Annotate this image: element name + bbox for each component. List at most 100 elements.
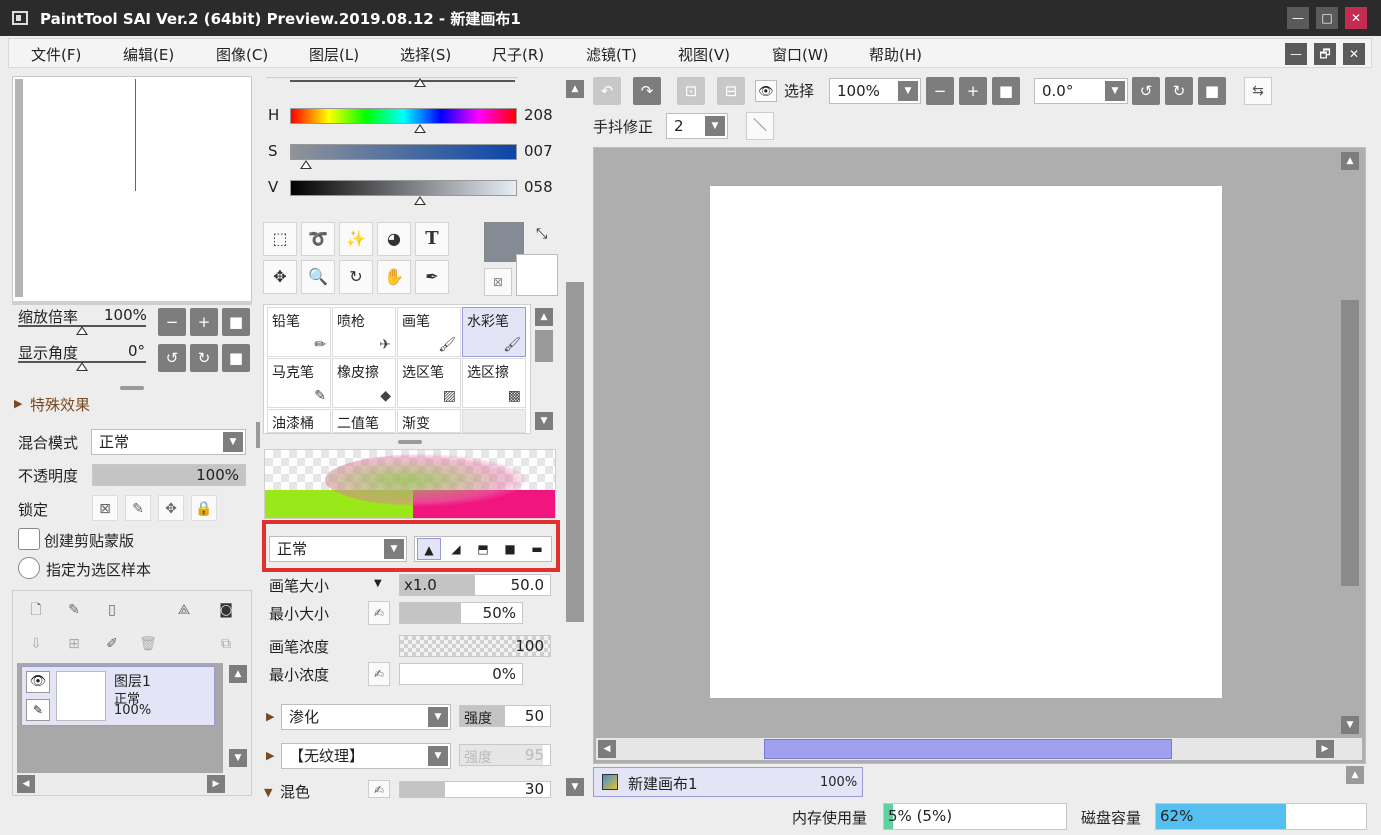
transparent-color-icon[interactable]: ⊠ bbox=[484, 268, 512, 296]
zoom-in-button[interactable]: + bbox=[190, 308, 218, 336]
lasso-icon[interactable]: ➰ bbox=[301, 222, 335, 256]
redo-button[interactable]: ↷ bbox=[633, 77, 661, 105]
min-density-bar[interactable]: 0% bbox=[399, 663, 523, 685]
brush-shape-square-icon[interactable]: ▬ bbox=[525, 538, 549, 560]
canvas-tab[interactable]: 新建画布1 100% bbox=[593, 767, 863, 797]
canvas-scroll-right[interactable]: ▶ bbox=[1316, 740, 1334, 758]
angle-select[interactable]: 0.0° ▼ bbox=[1034, 78, 1128, 104]
zoom-select[interactable]: 100% ▼ bbox=[829, 78, 921, 104]
undo-button[interactable]: ↶ bbox=[593, 77, 621, 105]
tabs-scroll-up[interactable]: ▲ bbox=[1346, 766, 1364, 784]
eye-icon[interactable]: 👁 bbox=[755, 80, 777, 102]
rotate-reset-button[interactable]: ■ bbox=[222, 344, 250, 372]
hand-tool-icon[interactable]: ✋ bbox=[377, 260, 411, 294]
deselect-button[interactable]: ⊡ bbox=[677, 77, 705, 105]
brush-binary-pen[interactable]: 二值笔 bbox=[332, 409, 396, 433]
delete-layer-icon[interactable]: 🗑 bbox=[135, 631, 161, 657]
brush-select-eraser[interactable]: 选区擦 ▩ bbox=[462, 358, 526, 408]
mdi-restore-button[interactable]: 🗗 bbox=[1314, 43, 1336, 65]
hue-slider-handle[interactable] bbox=[414, 124, 426, 133]
text-tool-icon[interactable]: T bbox=[415, 222, 449, 256]
mdi-minimize-button[interactable]: — bbox=[1285, 43, 1307, 65]
clipping-mask-checkbox[interactable] bbox=[18, 528, 40, 550]
brush-bucket[interactable]: 油漆桶 bbox=[267, 409, 331, 433]
canvas-hscroll-thumb[interactable] bbox=[764, 739, 1172, 759]
lock-paint-icon[interactable]: ✎ bbox=[125, 495, 151, 521]
toolbar-zoom-out-button[interactable]: − bbox=[926, 77, 954, 105]
transfer-down-icon[interactable]: ⇩ bbox=[23, 631, 49, 657]
toolbar-zoom-in-button[interactable]: + bbox=[959, 77, 987, 105]
menu-filter[interactable]: 滤镜(T) bbox=[586, 44, 637, 65]
lock-all-icon[interactable]: 🔒 bbox=[191, 495, 217, 521]
menu-image[interactable]: 图像(C) bbox=[216, 44, 268, 65]
saturation-slider-handle[interactable] bbox=[300, 160, 312, 169]
pressure-mix-icon[interactable]: ✍ bbox=[368, 780, 390, 798]
layer-scroll-down[interactable]: ▼ bbox=[229, 749, 247, 767]
blend-mode-select[interactable]: 正常 ▼ bbox=[91, 429, 246, 455]
color-top-slider[interactable] bbox=[290, 80, 515, 82]
brush-scroll-thumb[interactable] bbox=[535, 330, 553, 362]
ruler-layer-icon[interactable]: ⟁ bbox=[171, 597, 197, 623]
tool-panel-scroll-down[interactable]: ▼ bbox=[566, 778, 584, 796]
maximize-button[interactable]: □ bbox=[1316, 7, 1338, 29]
magic-wand-icon[interactable]: ✨ bbox=[339, 222, 373, 256]
toolbar-rotate-right-button[interactable]: ↻ bbox=[1165, 77, 1193, 105]
strength-bar[interactable]: 强度 50 bbox=[459, 705, 551, 727]
rotate-right-button[interactable]: ↻ bbox=[190, 344, 218, 372]
brush-splitter-grip[interactable] bbox=[398, 440, 422, 444]
lock-transparency-icon[interactable]: ⊠ bbox=[92, 495, 118, 521]
pencil-icon[interactable]: ✎ bbox=[26, 699, 50, 721]
brush-select-pen[interactable]: 选区笔 ▨ bbox=[397, 358, 461, 408]
selection-source-radio[interactable] bbox=[18, 557, 40, 579]
merge-down-icon[interactable]: ⊞ bbox=[61, 631, 87, 657]
brush-shape-flat-icon[interactable]: ■ bbox=[498, 538, 522, 560]
rotate-left-button[interactable]: ↺ bbox=[158, 344, 186, 372]
menu-layer[interactable]: 图层(L) bbox=[309, 44, 359, 65]
brush-eraser[interactable]: 橡皮擦 ◆ bbox=[332, 358, 396, 408]
opacity-bar[interactable]: 100% bbox=[92, 464, 246, 486]
stabilizer-select[interactable]: 2 ▼ bbox=[666, 113, 728, 139]
canvas-viewport[interactable]: ▲ ▼ ◀ ▶ bbox=[593, 147, 1366, 764]
flip-horizontal-button[interactable]: ⇆ bbox=[1244, 77, 1272, 105]
menu-edit[interactable]: 编辑(E) bbox=[123, 44, 174, 65]
shape-tool-icon[interactable]: ◕ bbox=[377, 222, 411, 256]
menu-select[interactable]: 选择(S) bbox=[400, 44, 451, 65]
menu-ruler[interactable]: 尺子(R) bbox=[492, 44, 544, 65]
brush-density-bar[interactable]: 100 bbox=[399, 635, 551, 657]
brush-shape-sharp-icon[interactable]: ▲ bbox=[417, 538, 441, 560]
canvas-scroll-left[interactable]: ◀ bbox=[598, 740, 616, 758]
navigator-preview[interactable] bbox=[12, 76, 252, 302]
effects-section-title[interactable]: 特殊效果 bbox=[30, 394, 90, 415]
canvas-scroll-down[interactable]: ▼ bbox=[1341, 716, 1359, 734]
pressure-density-icon[interactable]: ✍ bbox=[368, 662, 390, 686]
lock-move-icon[interactable]: ✥ bbox=[158, 495, 184, 521]
brush-scroll-up[interactable]: ▲ bbox=[535, 308, 553, 326]
mix-bar[interactable]: 30 bbox=[399, 780, 551, 798]
layer-mask-icon[interactable]: ◙ bbox=[213, 597, 239, 623]
min-size-bar[interactable]: 50% bbox=[399, 602, 523, 624]
toolbar-zoom-reset-button[interactable]: ■ bbox=[992, 77, 1020, 105]
canvas-vscroll-thumb[interactable] bbox=[1341, 300, 1359, 586]
brush-mode-select[interactable]: 正常 ▼ bbox=[269, 536, 407, 562]
layer-row[interactable]: 👁 ✎ 图层1 正常 100% bbox=[21, 666, 215, 726]
swap-colors-icon[interactable]: ⤡ bbox=[536, 226, 547, 242]
brush-pencil[interactable]: 铅笔 ✏ bbox=[267, 307, 331, 357]
brush-gradient[interactable]: 渐变 bbox=[397, 409, 461, 433]
zoom-out-button[interactable]: − bbox=[158, 308, 186, 336]
tool-panel-scroll-thumb[interactable] bbox=[566, 282, 584, 622]
toolbar-rotate-left-button[interactable]: ↺ bbox=[1132, 77, 1160, 105]
expand-arrow-icon[interactable]: ▶ bbox=[266, 749, 274, 762]
close-button[interactable]: ✕ bbox=[1345, 7, 1367, 29]
color-top-slider-handle[interactable] bbox=[414, 78, 426, 87]
hue-slider[interactable] bbox=[290, 108, 517, 124]
zoom-tool-icon[interactable]: 🔍 bbox=[301, 260, 335, 294]
merge-visible-icon[interactable]: ⧉ bbox=[213, 631, 239, 657]
menu-file[interactable]: 文件(F) bbox=[31, 44, 81, 65]
minimize-button[interactable]: — bbox=[1287, 7, 1309, 29]
brush-watercolor[interactable]: 水彩笔 🖌 bbox=[462, 307, 526, 357]
menu-window[interactable]: 窗口(W) bbox=[772, 44, 829, 65]
new-layer-icon[interactable]: 🗋 bbox=[23, 597, 49, 623]
brush-size-bar[interactable]: x1.0 50.0 bbox=[399, 574, 551, 596]
brush-shape-soft-icon[interactable]: ⬒ bbox=[471, 538, 495, 560]
size-dropdown-icon[interactable]: ▼ bbox=[374, 578, 382, 589]
